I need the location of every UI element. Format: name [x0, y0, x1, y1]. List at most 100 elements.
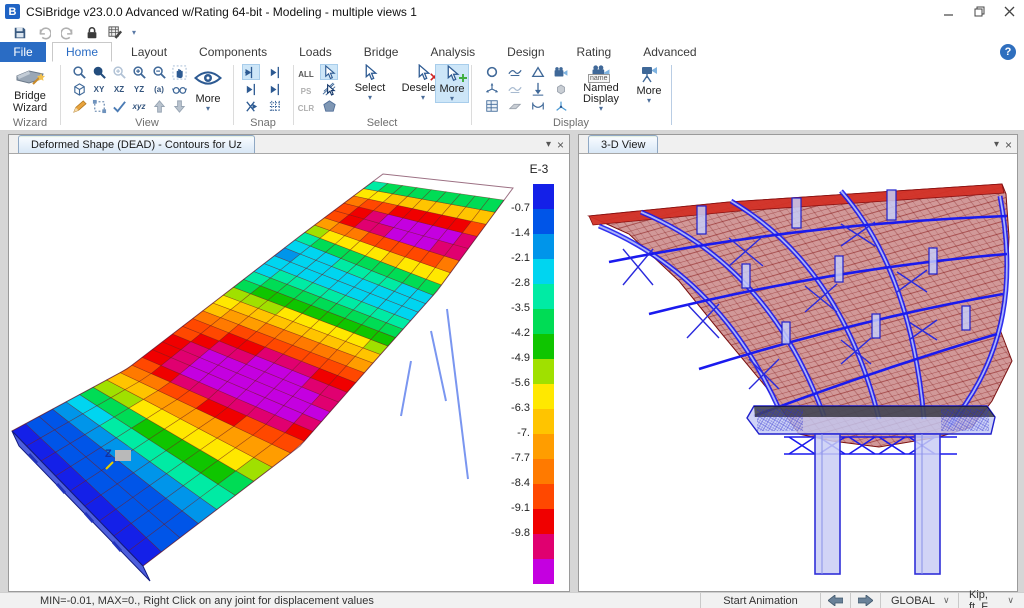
help-button[interactable]: ?: [1000, 44, 1016, 60]
tab-file[interactable]: File: [0, 42, 46, 62]
snap-points-button[interactable]: [242, 64, 260, 80]
snap-intersections-button[interactable]: [242, 98, 260, 114]
tab-bridge[interactable]: Bridge: [351, 42, 412, 62]
pointer-select-button[interactable]: [320, 64, 338, 80]
next-step-button[interactable]: [850, 593, 880, 608]
pan-button[interactable]: [170, 64, 188, 80]
view-yz-button[interactable]: YZ: [130, 81, 148, 97]
bridge-wizard-button[interactable]: [15, 64, 47, 88]
show-undeformed-button[interactable]: [483, 64, 501, 80]
show-extrude-button[interactable]: [552, 81, 570, 97]
rubber-band-zoom-button[interactable]: [70, 64, 88, 80]
coord-system-dropdown[interactable]: GLOBAL ∨: [880, 593, 958, 608]
move-up-list-button[interactable]: [150, 98, 168, 114]
move-down-list-button[interactable]: [170, 98, 188, 114]
tab-design[interactable]: Design: [494, 42, 557, 62]
gray-box-icon: [554, 82, 568, 96]
undo-button[interactable]: [36, 25, 51, 40]
snap-end-icon: [268, 65, 283, 80]
lock-model-button[interactable]: [84, 25, 99, 40]
tab-home[interactable]: Home: [52, 42, 112, 62]
quick-access-toolbar: ▾: [0, 23, 1024, 42]
show-plane-button[interactable]: [506, 98, 524, 114]
undo-icon: [37, 26, 51, 40]
zoom-out-button[interactable]: [150, 64, 168, 80]
refresh-view-button[interactable]: [110, 98, 128, 114]
show-hide-button[interactable]: [193, 68, 223, 88]
show-influence-button[interactable]: [529, 98, 547, 114]
panel-close-icon[interactable]: ×: [1005, 140, 1012, 150]
panel-close-icon[interactable]: ×: [557, 140, 564, 150]
name-tag-icon: name: [588, 74, 610, 83]
tab-components[interactable]: Components: [186, 42, 280, 62]
show-deformed-button[interactable]: [506, 64, 524, 80]
deformed-shape-viewport[interactable]: Z E-3 -0.7-1.4-2.1-2.8-3.5-4.2-4.9-5.6-6…: [9, 154, 569, 591]
tab-layout[interactable]: Layout: [118, 42, 180, 62]
csibridge-window: B CSiBridge v23.0.0 Advanced w/Rating 64…: [0, 0, 1024, 608]
select-chevron-icon: ▾: [368, 94, 372, 101]
crossing-select-button[interactable]: [320, 81, 338, 97]
show-loads-button[interactable]: [529, 64, 547, 80]
ribbon-group-select: ALL PS CLR Select ▾ Deselect ▾: [295, 62, 469, 130]
named-display-button[interactable]: name Named Display ▾: [575, 64, 627, 112]
view-3d-button[interactable]: [70, 81, 88, 97]
show-paths-button[interactable]: [552, 64, 570, 80]
limits-box-icon: [92, 99, 107, 114]
zoom-in-button[interactable]: [130, 64, 148, 80]
tab-analysis[interactable]: Analysis: [417, 42, 488, 62]
snap-grid-button[interactable]: [266, 98, 284, 114]
view-xz-button[interactable]: XZ: [110, 81, 128, 97]
model-alive-button[interactable]: [108, 25, 123, 40]
redo-button[interactable]: [60, 25, 75, 40]
set-limits-button[interactable]: [90, 98, 108, 114]
cursor-crossing-icon: [322, 82, 337, 97]
rotate-view-button[interactable]: (a): [150, 81, 168, 97]
show-forces-button[interactable]: [529, 81, 547, 97]
close-button[interactable]: [994, 0, 1024, 23]
arrow-down-icon: [172, 99, 187, 114]
three-d-view-tab[interactable]: 3-D View: [588, 135, 658, 153]
select-more-button[interactable]: More ▾: [435, 64, 469, 103]
units-dropdown[interactable]: Kip, ft, F ∨: [958, 593, 1024, 608]
minimize-icon: [944, 7, 954, 17]
display-more-button[interactable]: More ▾: [631, 64, 667, 104]
view-xy-button[interactable]: XY: [90, 81, 108, 97]
poly-select-button[interactable]: [320, 98, 338, 114]
restore-button[interactable]: [964, 0, 994, 23]
panel-menu-icon[interactable]: ▾: [546, 140, 551, 150]
zoom-previous-button[interactable]: [110, 64, 128, 80]
previous-step-button[interactable]: [820, 593, 850, 608]
select-all-button[interactable]: ALL: [295, 66, 317, 82]
clear-selection-button[interactable]: CLR: [295, 100, 317, 116]
panel-menu-icon[interactable]: ▾: [994, 140, 999, 150]
save-button[interactable]: [12, 25, 27, 40]
tab-rating[interactable]: Rating: [564, 42, 625, 62]
zoom-previous-icon: [112, 65, 127, 80]
tab-advanced[interactable]: Advanced: [630, 42, 709, 62]
group-label-wizard: Wizard: [2, 117, 58, 129]
qat-overflow-button[interactable]: ▾: [132, 28, 136, 37]
select-previous-button[interactable]: PS: [295, 83, 317, 99]
three-d-viewport[interactable]: [579, 154, 1017, 591]
snap-midpoints-button[interactable]: [242, 81, 260, 97]
select-button[interactable]: Select ▾: [347, 64, 393, 101]
snap-perpendicular-button[interactable]: [266, 81, 284, 97]
show-joint-axes-button[interactable]: [483, 81, 501, 97]
perspective-button[interactable]: [170, 81, 188, 97]
start-animation-button[interactable]: Start Animation: [700, 593, 820, 608]
zoom-default-button[interactable]: [90, 64, 108, 80]
snap-ends-button[interactable]: [266, 64, 284, 80]
view-more-button[interactable]: More ▾: [190, 92, 226, 112]
edit-view-button[interactable]: [70, 98, 88, 114]
tab-loads[interactable]: Loads: [286, 42, 345, 62]
minimize-button[interactable]: [934, 0, 964, 23]
deformed-shape-tab[interactable]: Deformed Shape (DEAD) - Contours for Uz: [18, 135, 255, 153]
show-releases-button[interactable]: [506, 81, 524, 97]
show-global-axes-button[interactable]: [552, 98, 570, 114]
ribbon: Bridge Wizard Wizard XY XZ YZ (a) xyz: [0, 62, 1024, 131]
camera-path-icon: [553, 66, 569, 79]
xyz-axes-icon: [554, 99, 568, 113]
axes-toggle-button[interactable]: xyz: [130, 98, 148, 114]
deformed-shape-panel-header: Deformed Shape (DEAD) - Contours for Uz …: [9, 135, 569, 154]
show-tables-button[interactable]: [483, 98, 501, 114]
